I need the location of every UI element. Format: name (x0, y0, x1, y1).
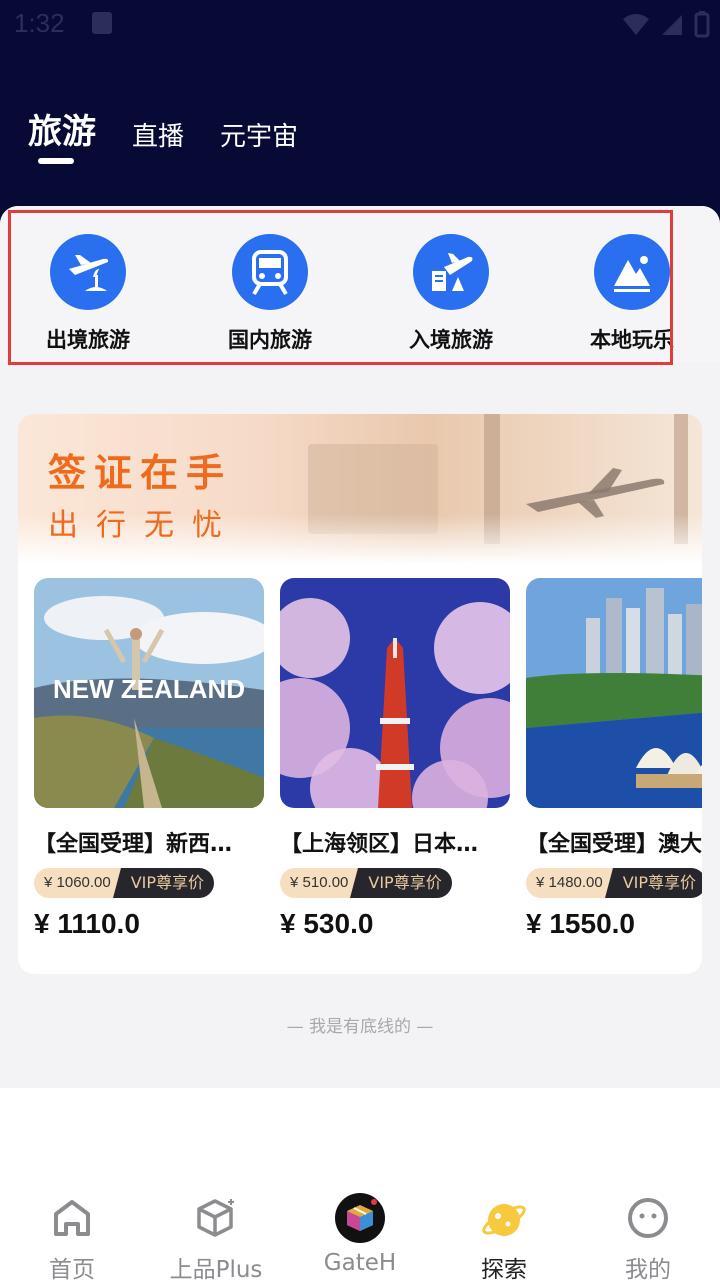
product-list: NEW ZEALAND 【全国受理】新西… ¥ 1060.00 VIP尊享价 ¥… (34, 578, 702, 958)
tab-live-label: 直播 (132, 122, 185, 152)
price-row: ¥ 1060.00 VIP尊享价 (34, 868, 264, 898)
mountain-icon (594, 234, 670, 310)
product-card[interactable]: 【全国受理】澳大 ¥ 1480.00 VIP尊享价 ¥ 1550.0 (526, 578, 702, 940)
product-title: 【全国受理】澳大 (526, 832, 702, 857)
battery-icon (694, 11, 710, 38)
category-outbound[interactable]: 出境旅游 (8, 234, 168, 354)
nav-mine-label: 我的 (625, 1257, 671, 1280)
nav-explore-label: 探索 (481, 1257, 527, 1280)
face-icon (578, 1190, 718, 1246)
nav-plus-label: 上品Plus (169, 1257, 263, 1280)
plane-arrival-icon (413, 234, 489, 310)
wifi-icon (623, 14, 649, 35)
bottom-nav: 首页 上品Plus GateH 探索 我的 (0, 1180, 720, 1280)
nav-gateh-label: GateH (323, 1250, 397, 1276)
product-price: ¥ 1550.0 (526, 908, 635, 939)
box-icon (146, 1190, 286, 1246)
notification-icon (92, 12, 112, 34)
product-image-new-zealand: NEW ZEALAND (34, 578, 264, 808)
price-row: ¥ 510.00 VIP尊享价 (280, 868, 510, 898)
product-title: 【全国受理】新西… (34, 832, 233, 857)
product-card[interactable]: 【上海领区】日本… ¥ 510.00 VIP尊享价 ¥ 530.0 (280, 578, 510, 940)
tab-live[interactable]: 直播 (132, 116, 184, 153)
visa-banner[interactable]: 签证在手 出行无忧 (18, 414, 702, 564)
banner-subtitle: 出行无忧 (48, 508, 240, 543)
plane-island-icon (50, 234, 126, 310)
tab-metaverse[interactable]: 元宇宙 (220, 116, 298, 153)
product-image-caption: NEW ZEALAND (53, 674, 245, 704)
nav-gateh[interactable]: GateH (290, 1190, 430, 1276)
vip-badge: VIP尊享价 (112, 868, 215, 898)
airplane-icon (526, 468, 665, 518)
nav-home[interactable]: 首页 (2, 1190, 142, 1280)
original-price: ¥ 1060.00 (34, 868, 121, 898)
category-local[interactable]: 本地玩乐 (552, 234, 712, 354)
planet-icon (434, 1190, 574, 1246)
vip-badge: VIP尊享价 (350, 868, 452, 898)
signal-icon (662, 15, 682, 35)
end-of-list-text: — 我是有底线的 — (286, 1017, 434, 1037)
product-image-japan (280, 578, 510, 808)
original-price: ¥ 1480.00 (526, 868, 613, 898)
home-icon (2, 1190, 142, 1246)
content-panel: 出境旅游 国内旅游 入境旅游 本地玩乐 签证在手 出行无忧 NEW ZEALAN… (0, 206, 720, 1088)
visa-card: 签证在手 出行无忧 NEW ZEALAND 【全国受理】新西… ¥ 1060.0… (18, 414, 702, 974)
product-price: ¥ 530.0 (280, 908, 374, 939)
cube-icon (290, 1190, 430, 1246)
status-icons (622, 10, 710, 38)
category-local-label: 本地玩乐 (590, 328, 674, 352)
product-price: ¥ 1110.0 (34, 908, 140, 939)
price-row: ¥ 1480.00 VIP尊享价 (526, 868, 702, 898)
status-bar: 1:32 (0, 0, 720, 50)
category-inbound-label: 入境旅游 (409, 328, 493, 352)
category-inbound[interactable]: 入境旅游 (371, 234, 531, 354)
tab-travel-label: 旅游 (28, 112, 96, 152)
original-price: ¥ 510.00 (280, 868, 359, 898)
banner-title: 签证在手 (48, 451, 233, 495)
train-icon (232, 234, 308, 310)
product-title: 【上海领区】日本… (280, 832, 479, 857)
tab-travel[interactable]: 旅游 (28, 104, 96, 164)
top-tabs: 旅游 直播 元宇宙 (28, 104, 298, 164)
category-domestic-label: 国内旅游 (228, 328, 312, 352)
nav-mine[interactable]: 我的 (578, 1190, 718, 1280)
product-image-australia (526, 578, 702, 808)
tab-metaverse-label: 元宇宙 (220, 122, 299, 152)
nav-plus[interactable]: 上品Plus (146, 1190, 286, 1280)
nav-explore[interactable]: 探索 (434, 1190, 574, 1280)
category-outbound-label: 出境旅游 (46, 328, 130, 352)
category-domestic[interactable]: 国内旅游 (190, 234, 350, 354)
category-row: 出境旅游 国内旅游 入境旅游 本地玩乐 (0, 206, 720, 362)
product-card[interactable]: NEW ZEALAND 【全国受理】新西… ¥ 1060.00 VIP尊享价 ¥… (34, 578, 264, 940)
status-time: 1:32 (14, 8, 65, 38)
vip-badge: VIP尊享价 (604, 868, 702, 898)
tab-active-indicator (38, 158, 74, 164)
nav-home-label: 首页 (49, 1257, 95, 1280)
